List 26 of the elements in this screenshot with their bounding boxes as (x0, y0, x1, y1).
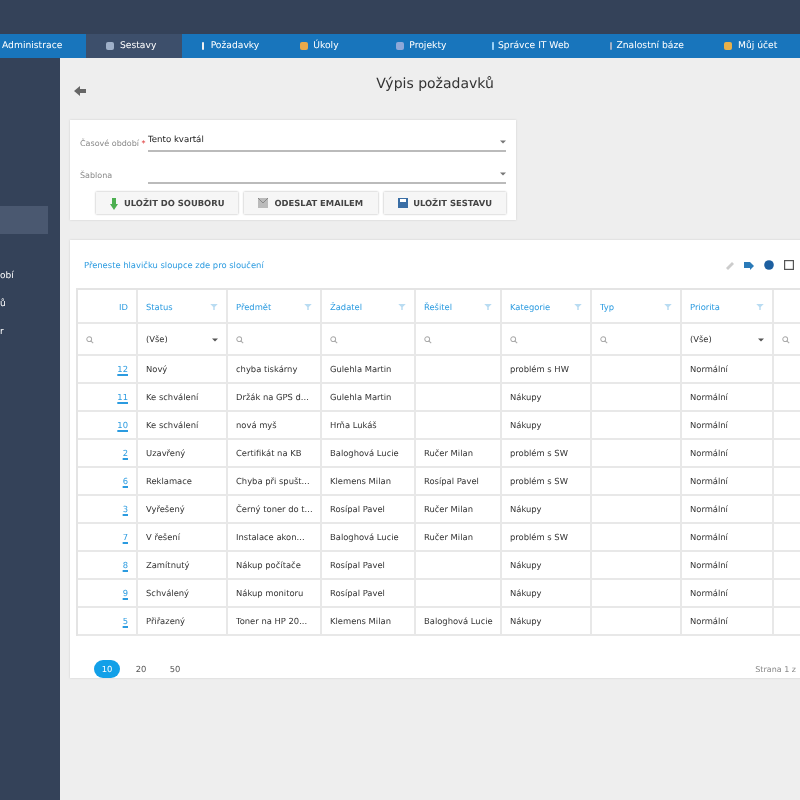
search-icon (782, 335, 790, 343)
filter-icon[interactable] (664, 303, 672, 309)
filter-icon[interactable] (756, 303, 764, 309)
globe-icon[interactable] (764, 259, 774, 269)
filter-icon[interactable] (210, 303, 218, 309)
columns-icon[interactable] (784, 259, 794, 269)
caret-icon (758, 337, 764, 341)
export-icon[interactable] (744, 259, 754, 269)
caret-icon (500, 139, 506, 143)
search-icon (424, 335, 432, 343)
search-icon (330, 335, 338, 343)
search-icon (600, 335, 608, 343)
filter-icon[interactable] (304, 303, 312, 309)
floppy-icon (397, 198, 408, 208)
eraser-icon[interactable] (724, 259, 734, 269)
caret-icon (212, 337, 218, 341)
mail-icon (258, 198, 269, 208)
back-icon[interactable] (74, 85, 86, 95)
filter-icon[interactable] (574, 303, 582, 309)
download-icon (110, 197, 118, 209)
filter-icon[interactable] (484, 303, 492, 309)
filter-icon[interactable] (398, 303, 406, 309)
search-icon (510, 335, 518, 343)
caret-icon (500, 171, 506, 175)
search-icon (86, 335, 94, 343)
search-icon (236, 335, 244, 343)
